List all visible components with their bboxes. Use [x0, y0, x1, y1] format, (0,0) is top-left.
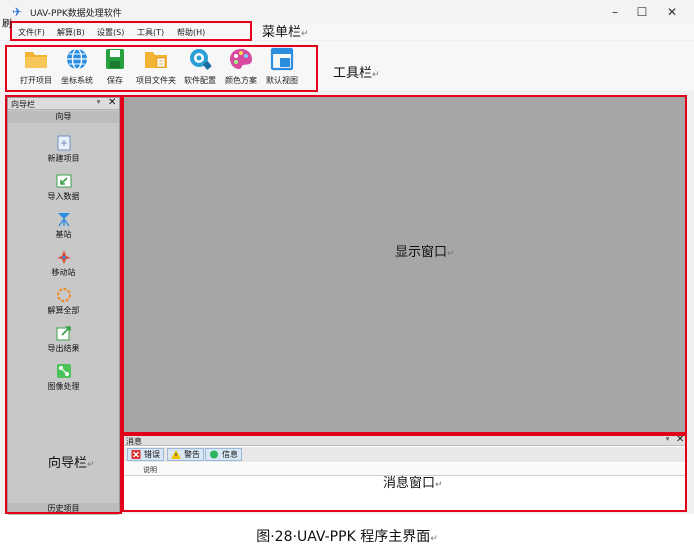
callout-nav: 向导栏↵ [48, 452, 95, 471]
callout-message: 消息窗口↵ [383, 472, 443, 491]
application-window: ✈ UAV-PPK数据处理软件 – ☐ ✕ 文件(F) 解算(B) 设置(S) … [0, 0, 694, 515]
figure-caption: 图·28·UAV-PPK 程序主界面↵ [0, 526, 694, 545]
toolbar-highlight-box [5, 45, 318, 92]
return-mark: ↵ [87, 460, 95, 470]
return-mark: ↵ [372, 70, 380, 80]
close-window-button[interactable]: ✕ [658, 2, 686, 22]
callout-nav-text: 向导栏 [48, 456, 88, 471]
return-mark: ↵ [435, 480, 443, 490]
callout-message-text: 消息窗口 [383, 476, 436, 491]
window-title: UAV-PPK数据处理软件 [30, 9, 122, 19]
maximize-button[interactable]: ☐ [628, 2, 656, 22]
app-logo-icon: ✈ [12, 5, 23, 19]
minimize-button[interactable]: – [601, 2, 629, 22]
return-mark: ↵ [447, 249, 455, 259]
callout-menubar: 菜单栏↵ [262, 21, 309, 40]
callout-display-text: 显示窗口 [395, 245, 448, 260]
display-highlight-box [122, 95, 687, 434]
callout-toolbar-text: 工具栏 [333, 66, 373, 81]
return-mark: ↵ [301, 29, 309, 39]
return-mark: ↵ [430, 534, 438, 544]
caption-text: 图·28·UAV-PPK 程序主界面 [256, 529, 431, 545]
callout-fragment: 刷 [2, 19, 12, 30]
callout-menubar-text: 菜单栏 [262, 25, 302, 40]
callout-display: 显示窗口↵ [395, 241, 455, 260]
menubar-highlight-box [10, 21, 252, 41]
callout-toolbar: 工具栏↵ [333, 62, 380, 81]
